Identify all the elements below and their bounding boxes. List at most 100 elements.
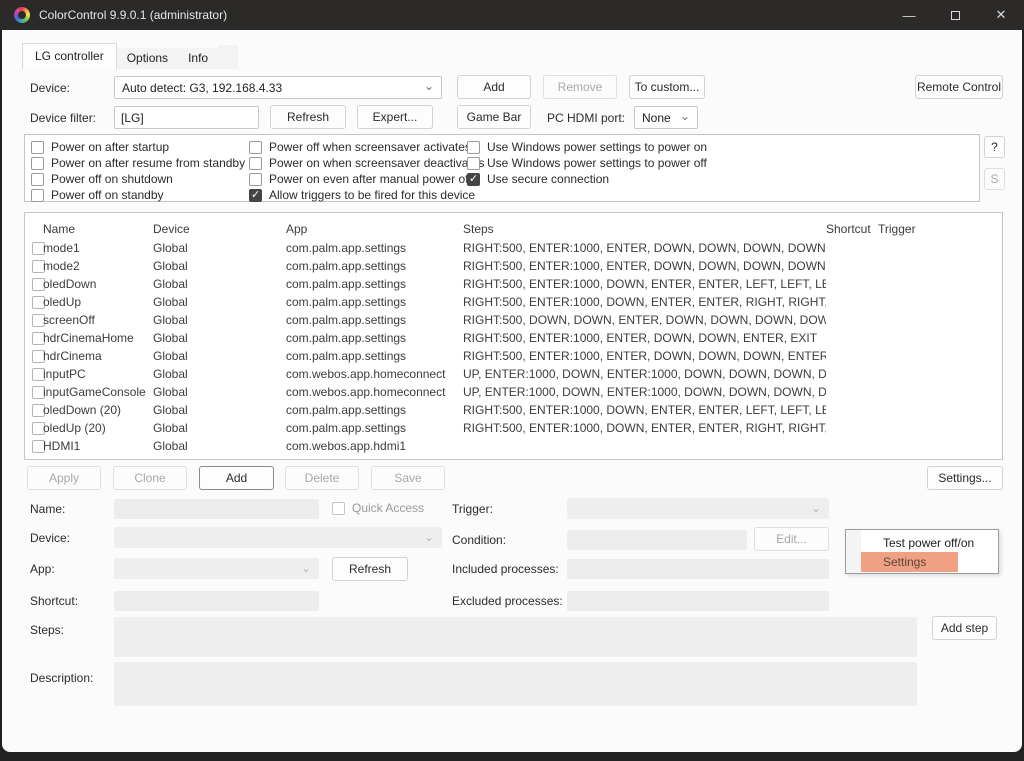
row-name: oledUp bbox=[43, 295, 153, 309]
table-row[interactable]: oledUp (20)Globalcom.palm.app.settingsRI… bbox=[25, 419, 1002, 437]
checkbox-secure-connection[interactable]: Use secure connection bbox=[467, 172, 609, 186]
checkbox-icon bbox=[249, 141, 262, 154]
column-header-name[interactable]: Name bbox=[43, 222, 153, 236]
device-filter-label: Device filter: bbox=[30, 111, 96, 125]
presets-table: Name Device App Steps Shortcut Trigger m… bbox=[24, 212, 1003, 460]
checkbox-label: Use Windows power settings to power on bbox=[487, 140, 707, 154]
table-row[interactable]: oledDownGlobalcom.palm.app.settingsRIGHT… bbox=[25, 275, 1002, 293]
checkbox-label: Use secure connection bbox=[487, 172, 609, 186]
apply-button[interactable]: Apply bbox=[27, 466, 101, 490]
checkbox-power-off-on-shutdown[interactable]: Power off on shutdown bbox=[31, 172, 173, 186]
table-row[interactable]: screenOffGlobalcom.palm.app.settingsRIGH… bbox=[25, 311, 1002, 329]
tab-options[interactable]: Options bbox=[117, 48, 178, 69]
refresh-devices-button[interactable]: Refresh bbox=[270, 105, 346, 129]
checkbox-power-on-after-startup[interactable]: Power on after startup bbox=[31, 140, 169, 154]
pc-hdmi-port-select[interactable]: None bbox=[634, 106, 698, 129]
table-row[interactable]: oledUpGlobalcom.palm.app.settingsRIGHT:5… bbox=[25, 293, 1002, 311]
table-row[interactable]: HDMI1Globalcom.webos.app.hdmi1 bbox=[25, 437, 1002, 455]
add-preset-button[interactable]: Add bbox=[199, 466, 274, 490]
column-header-app[interactable]: App bbox=[286, 222, 463, 236]
included-processes-input[interactable] bbox=[567, 559, 829, 579]
checkbox-icon bbox=[467, 141, 480, 154]
row-device: Global bbox=[153, 349, 286, 363]
quick-access-checkbox[interactable]: Quick Access bbox=[332, 501, 424, 515]
column-header-steps[interactable]: Steps bbox=[463, 222, 826, 236]
checkbox-label: Power on when screensaver deactivates bbox=[269, 156, 484, 170]
shortcut-input[interactable] bbox=[114, 591, 319, 611]
tab-strip-filler bbox=[218, 45, 238, 69]
checkbox-windows-power-off[interactable]: Use Windows power settings to power off bbox=[467, 156, 707, 170]
row-steps: UP, ENTER:1000, DOWN, ENTER:1000, DOWN, … bbox=[463, 367, 826, 381]
table-row[interactable]: hdrCinemaHomeGlobalcom.palm.app.settings… bbox=[25, 329, 1002, 347]
description-textarea[interactable] bbox=[114, 662, 917, 706]
steps-textarea[interactable] bbox=[114, 617, 917, 657]
row-steps: RIGHT:500, ENTER:1000, DOWN, ENTER, ENTE… bbox=[463, 403, 826, 417]
checkbox-windows-power-on[interactable]: Use Windows power settings to power on bbox=[467, 140, 707, 154]
table-row[interactable]: mode2Globalcom.palm.app.settingsRIGHT:50… bbox=[25, 257, 1002, 275]
app-select[interactable] bbox=[114, 558, 319, 579]
expert-button[interactable]: Expert... bbox=[357, 105, 433, 129]
row-steps: RIGHT:500, ENTER:1000, ENTER, DOWN, DOWN… bbox=[463, 241, 826, 255]
checkbox-allow-triggers[interactable]: Allow triggers to be fired for this devi… bbox=[249, 188, 475, 202]
maximize-button[interactable] bbox=[932, 0, 978, 30]
remote-control-button[interactable]: Remote Control bbox=[915, 75, 1003, 99]
table-row[interactable]: hdrCinemaGlobalcom.palm.app.settingsRIGH… bbox=[25, 347, 1002, 365]
row-name: inputPC bbox=[43, 367, 153, 381]
add-step-button[interactable]: Add step bbox=[932, 616, 997, 640]
row-steps: RIGHT:500, DOWN, DOWN, ENTER, DOWN, DOWN… bbox=[463, 313, 826, 327]
checkbox-power-off-screensaver-activates[interactable]: Power off when screensaver activates bbox=[249, 140, 471, 154]
trigger-select[interactable] bbox=[567, 498, 829, 519]
close-button[interactable]: ✕ bbox=[978, 0, 1024, 30]
table-row[interactable]: inputPCGlobalcom.webos.app.homeconnectUP… bbox=[25, 365, 1002, 383]
table-row[interactable]: inputGameConsoleGlobalcom.webos.app.home… bbox=[25, 383, 1002, 401]
tab-lg-controller[interactable]: LG controller bbox=[22, 43, 117, 69]
row-name: hdrCinemaHome bbox=[43, 331, 153, 345]
settings-button[interactable]: Settings... bbox=[927, 466, 1003, 490]
column-header-device[interactable]: Device bbox=[153, 222, 286, 236]
menu-item-settings[interactable]: Settings bbox=[846, 552, 998, 572]
edit-condition-button[interactable]: Edit... bbox=[754, 527, 829, 551]
column-header-shortcut[interactable]: Shortcut bbox=[826, 222, 878, 236]
row-device: Global bbox=[153, 331, 286, 345]
condition-input[interactable] bbox=[567, 530, 747, 550]
excluded-processes-input[interactable] bbox=[567, 591, 829, 611]
table-row[interactable]: mode1Globalcom.palm.app.settingsRIGHT:50… bbox=[25, 239, 1002, 257]
included-processes-label: Included processes: bbox=[452, 562, 559, 576]
app-icon bbox=[14, 7, 30, 23]
device-filter-value: [LG] bbox=[121, 111, 144, 125]
save-button[interactable]: Save bbox=[371, 466, 445, 490]
checkbox-icon bbox=[31, 141, 44, 154]
game-bar-button[interactable]: Game Bar bbox=[457, 105, 531, 129]
checkbox-power-on-after-resume[interactable]: Power on after resume from standby bbox=[31, 156, 245, 170]
to-custom-button[interactable]: To custom... bbox=[629, 75, 705, 99]
menu-item-test-power[interactable]: Test power off/on bbox=[846, 533, 998, 553]
column-header-trigger[interactable]: Trigger bbox=[878, 222, 1002, 236]
checkbox-label: Power off when screensaver activates bbox=[269, 140, 471, 154]
row-app: com.palm.app.settings bbox=[286, 313, 463, 327]
checkbox-power-off-on-standby[interactable]: Power off on standby bbox=[31, 188, 164, 202]
refresh-apps-button[interactable]: Refresh bbox=[332, 557, 408, 581]
add-device-button[interactable]: Add bbox=[457, 75, 531, 99]
checkbox-label: Power off on standby bbox=[51, 188, 164, 202]
row-device: Global bbox=[153, 421, 286, 435]
checkbox-power-on-screensaver-deactivates[interactable]: Power on when screensaver deactivates bbox=[249, 156, 484, 170]
checkbox-label: Power on even after manual power off bbox=[269, 172, 472, 186]
preset-device-label: Device: bbox=[30, 531, 70, 545]
device-select[interactable]: Auto detect: G3, 192.168.4.33 bbox=[114, 76, 442, 99]
minimize-button[interactable]: — bbox=[886, 0, 932, 30]
tab-info[interactable]: Info bbox=[178, 48, 218, 69]
device-select-value: Auto detect: G3, 192.168.4.33 bbox=[122, 81, 282, 95]
help-button[interactable]: ? bbox=[984, 136, 1005, 158]
device-filter-input[interactable]: [LG] bbox=[114, 106, 259, 129]
name-input[interactable] bbox=[114, 499, 319, 519]
table-row[interactable]: oledDown (20)Globalcom.palm.app.settings… bbox=[25, 401, 1002, 419]
row-name: oledUp (20) bbox=[43, 421, 153, 435]
preset-device-select[interactable] bbox=[114, 527, 442, 548]
delete-button[interactable]: Delete bbox=[285, 466, 359, 490]
remove-device-button[interactable]: Remove bbox=[543, 75, 617, 99]
clone-button[interactable]: Clone bbox=[113, 466, 187, 490]
checkbox-label: Power off on shutdown bbox=[51, 172, 173, 186]
excluded-processes-label: Excluded processes: bbox=[452, 594, 563, 608]
s-button[interactable]: S bbox=[984, 168, 1005, 190]
checkbox-power-on-after-manual-off[interactable]: Power on even after manual power off bbox=[249, 172, 472, 186]
